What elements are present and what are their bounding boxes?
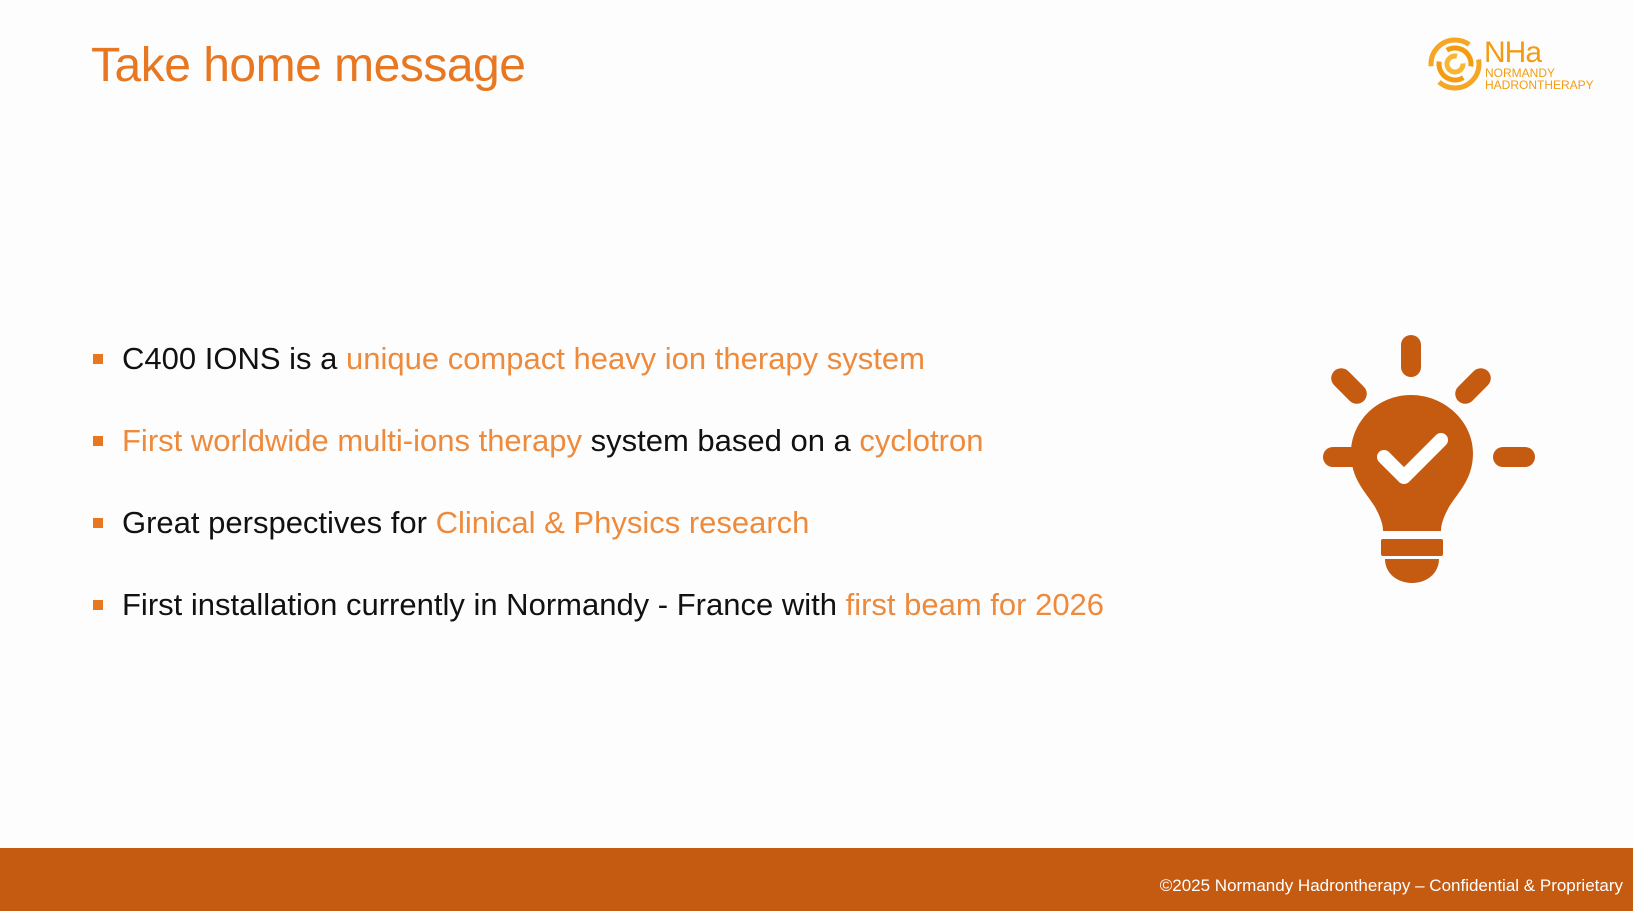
bullet-text-highlight: First worldwide multi-ions therapy	[122, 423, 582, 458]
bullet-marker	[93, 518, 103, 528]
bullet-text-plain: system based on a	[581, 423, 860, 458]
logo-line-hadrontherapy: HADRONTHERAPY	[1485, 78, 1594, 92]
bullet-text-plain: First installation currently in Normandy…	[122, 587, 846, 622]
footer-bar: ©2025 Normandy Hadrontherapy – Confident…	[0, 848, 1633, 911]
bullet-text: Great perspectives for Clinical & Physic…	[122, 502, 809, 544]
bullet-text-highlight: cyclotron	[859, 423, 984, 458]
bullet-text-plain: C400 IONS is a	[122, 341, 346, 376]
bullet-text: First installation currently in Normandy…	[122, 584, 1104, 626]
bullet-text-highlight: Clinical & Physics research	[435, 505, 810, 540]
slide: Take home message NHa NORMANDY HADRONTHE…	[0, 0, 1633, 911]
bullet-marker	[93, 600, 103, 610]
bullet-text: First worldwide multi-ions therapy syste…	[122, 420, 983, 462]
lightbulb-check-icon	[1323, 335, 1535, 583]
swirl-logo-icon	[1428, 37, 1482, 91]
bullet-marker	[93, 354, 103, 364]
logo-letters: NHa	[1484, 36, 1542, 69]
bullet-text-plain: Great perspectives for	[122, 505, 436, 540]
footer-copyright: ©2025 Normandy Hadrontherapy – Confident…	[1159, 876, 1623, 895]
bullet-marker	[93, 436, 103, 446]
bullet-text-highlight: unique compact heavy ion therapy system	[345, 341, 925, 376]
slide-title: Take home message	[91, 39, 526, 92]
company-logo: NHa NORMANDY HADRONTHERAPY	[1428, 36, 1603, 98]
bullet-text-highlight: first beam for 2026	[845, 587, 1105, 622]
bullet-text: C400 IONS is a unique compact heavy ion …	[122, 338, 925, 380]
